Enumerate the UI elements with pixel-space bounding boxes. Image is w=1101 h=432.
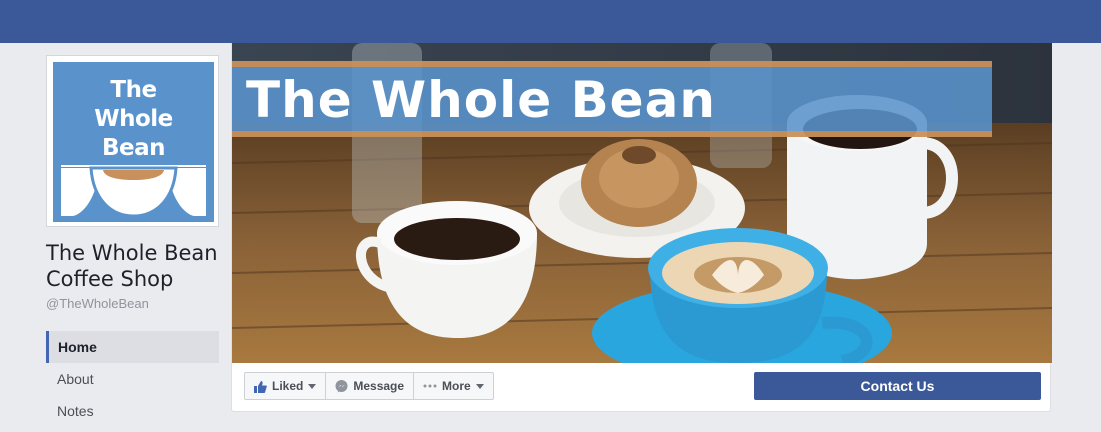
- page-title-line: The Whole Bean: [46, 241, 218, 265]
- page-title: The Whole Bean Coffee Shop: [46, 240, 226, 292]
- ellipsis-icon: [423, 384, 437, 388]
- logo-line: Whole: [94, 106, 173, 132]
- top-navigation-bar: [0, 0, 1101, 43]
- logo-line: The: [110, 77, 157, 103]
- page-sidebar-nav: Home About Notes: [46, 331, 219, 427]
- profile-picture-frame[interactable]: The Whole Bean: [46, 55, 219, 227]
- cover-card: The Whole Bean Liked Message More Contac…: [231, 43, 1052, 412]
- messenger-icon: [335, 379, 348, 392]
- liked-button[interactable]: Liked: [244, 372, 327, 400]
- thumbs-up-icon: [254, 380, 267, 393]
- caret-down-icon: [308, 383, 317, 389]
- cover-title: The Whole Bean: [246, 71, 716, 129]
- sidebar-item-notes[interactable]: Notes: [46, 395, 219, 427]
- page-action-buttons: Liked Message More: [244, 372, 494, 400]
- more-button[interactable]: More: [414, 372, 494, 400]
- message-button[interactable]: Message: [326, 372, 415, 400]
- sidebar-item-about[interactable]: About: [46, 363, 219, 395]
- message-label: Message: [353, 379, 405, 393]
- sidebar-item-home[interactable]: Home: [46, 331, 219, 363]
- more-label: More: [442, 379, 471, 393]
- cover-photo[interactable]: The Whole Bean: [232, 43, 1052, 363]
- logo-wordmark: The Whole Bean: [53, 76, 214, 163]
- page-title-line: Coffee Shop: [46, 267, 174, 291]
- coffee-cups-logo-icon: [61, 165, 206, 218]
- liked-label: Liked: [272, 379, 304, 393]
- caret-down-icon: [475, 383, 484, 389]
- page-username[interactable]: @TheWholeBean: [46, 296, 149, 311]
- profile-picture: The Whole Bean: [53, 62, 214, 222]
- contact-us-button[interactable]: Contact Us: [754, 372, 1041, 400]
